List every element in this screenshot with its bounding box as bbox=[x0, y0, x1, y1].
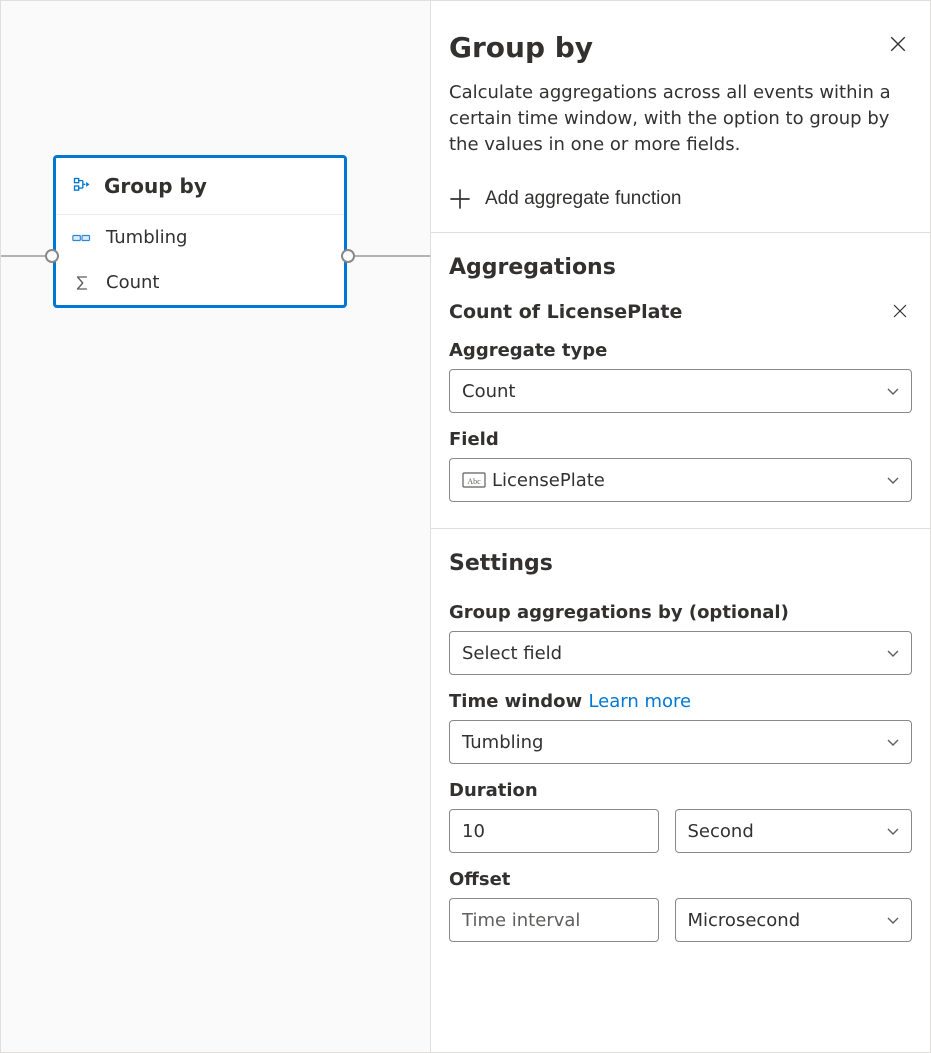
aggregate-type-label: Aggregate type bbox=[449, 340, 912, 361]
close-icon bbox=[889, 35, 907, 56]
field-select[interactable]: Abc LicensePlate bbox=[449, 458, 912, 502]
chevron-down-icon bbox=[885, 472, 901, 488]
divider bbox=[431, 528, 930, 529]
time-window-select[interactable]: Tumbling bbox=[449, 720, 912, 764]
chevron-down-icon bbox=[885, 383, 901, 399]
field-value: LicensePlate bbox=[492, 470, 605, 491]
aggregate-type-value: Count bbox=[462, 381, 515, 402]
time-window-value: Tumbling bbox=[462, 732, 543, 753]
chevron-down-icon bbox=[885, 912, 901, 928]
tumbling-window-icon bbox=[72, 228, 92, 248]
chevron-down-icon bbox=[885, 823, 901, 839]
settings-heading: Settings bbox=[449, 551, 912, 576]
node-row-label: Tumbling bbox=[106, 227, 187, 248]
chevron-down-icon bbox=[885, 734, 901, 750]
time-window-label-text: Time window bbox=[449, 691, 582, 712]
offset-label: Offset bbox=[449, 869, 912, 890]
node-row-label: Count bbox=[106, 272, 159, 293]
chevron-down-icon bbox=[885, 645, 901, 661]
close-panel-button[interactable] bbox=[884, 31, 912, 59]
time-window-learn-more-link[interactable]: Learn more bbox=[588, 691, 691, 712]
group-aggregations-by-value: Select field bbox=[462, 643, 562, 664]
offset-input[interactable] bbox=[449, 898, 659, 942]
properties-panel: Group by Calculate aggregations across a… bbox=[430, 1, 930, 1052]
aggregations-heading: Aggregations bbox=[449, 255, 912, 280]
duration-unit-select[interactable]: Second bbox=[675, 809, 913, 853]
field-label: Field bbox=[449, 429, 912, 450]
node-row-count[interactable]: Count bbox=[56, 260, 344, 305]
designer-canvas[interactable]: Group by Tumbling Count bbox=[1, 1, 432, 1052]
panel-title: Group by bbox=[449, 31, 593, 64]
aggregation-title: Count of LicensePlate bbox=[449, 301, 682, 323]
node-header[interactable]: Group by bbox=[56, 158, 344, 215]
group-aggregations-by-label: Group aggregations by (optional) bbox=[449, 602, 912, 623]
offset-unit-select[interactable]: Microsecond bbox=[675, 898, 913, 942]
panel-description: Calculate aggregations across all events… bbox=[449, 80, 912, 158]
node-group-by[interactable]: Group by Tumbling Count bbox=[53, 155, 347, 308]
input-port[interactable] bbox=[45, 249, 59, 263]
time-window-label: Time window Learn more bbox=[449, 691, 912, 712]
close-icon bbox=[892, 303, 908, 322]
plus-icon bbox=[449, 188, 471, 210]
sigma-icon bbox=[72, 273, 92, 293]
svg-text:Abc: Abc bbox=[467, 477, 481, 486]
group-by-icon bbox=[72, 176, 92, 196]
edge-in bbox=[1, 255, 49, 257]
node-row-tumbling[interactable]: Tumbling bbox=[56, 215, 344, 260]
duration-input[interactable] bbox=[449, 809, 659, 853]
add-aggregate-button[interactable]: Add aggregate function bbox=[449, 184, 912, 214]
offset-unit-value: Microsecond bbox=[688, 910, 801, 931]
group-aggregations-by-select[interactable]: Select field bbox=[449, 631, 912, 675]
divider bbox=[431, 232, 930, 233]
duration-unit-value: Second bbox=[688, 821, 754, 842]
output-port[interactable] bbox=[341, 249, 355, 263]
remove-aggregation-button[interactable] bbox=[888, 300, 912, 324]
edge-out bbox=[353, 255, 432, 257]
node-title: Group by bbox=[104, 174, 207, 198]
add-aggregate-label: Add aggregate function bbox=[485, 188, 682, 210]
aggregate-type-select[interactable]: Count bbox=[449, 369, 912, 413]
string-type-icon: Abc bbox=[462, 472, 484, 488]
duration-label: Duration bbox=[449, 780, 912, 801]
